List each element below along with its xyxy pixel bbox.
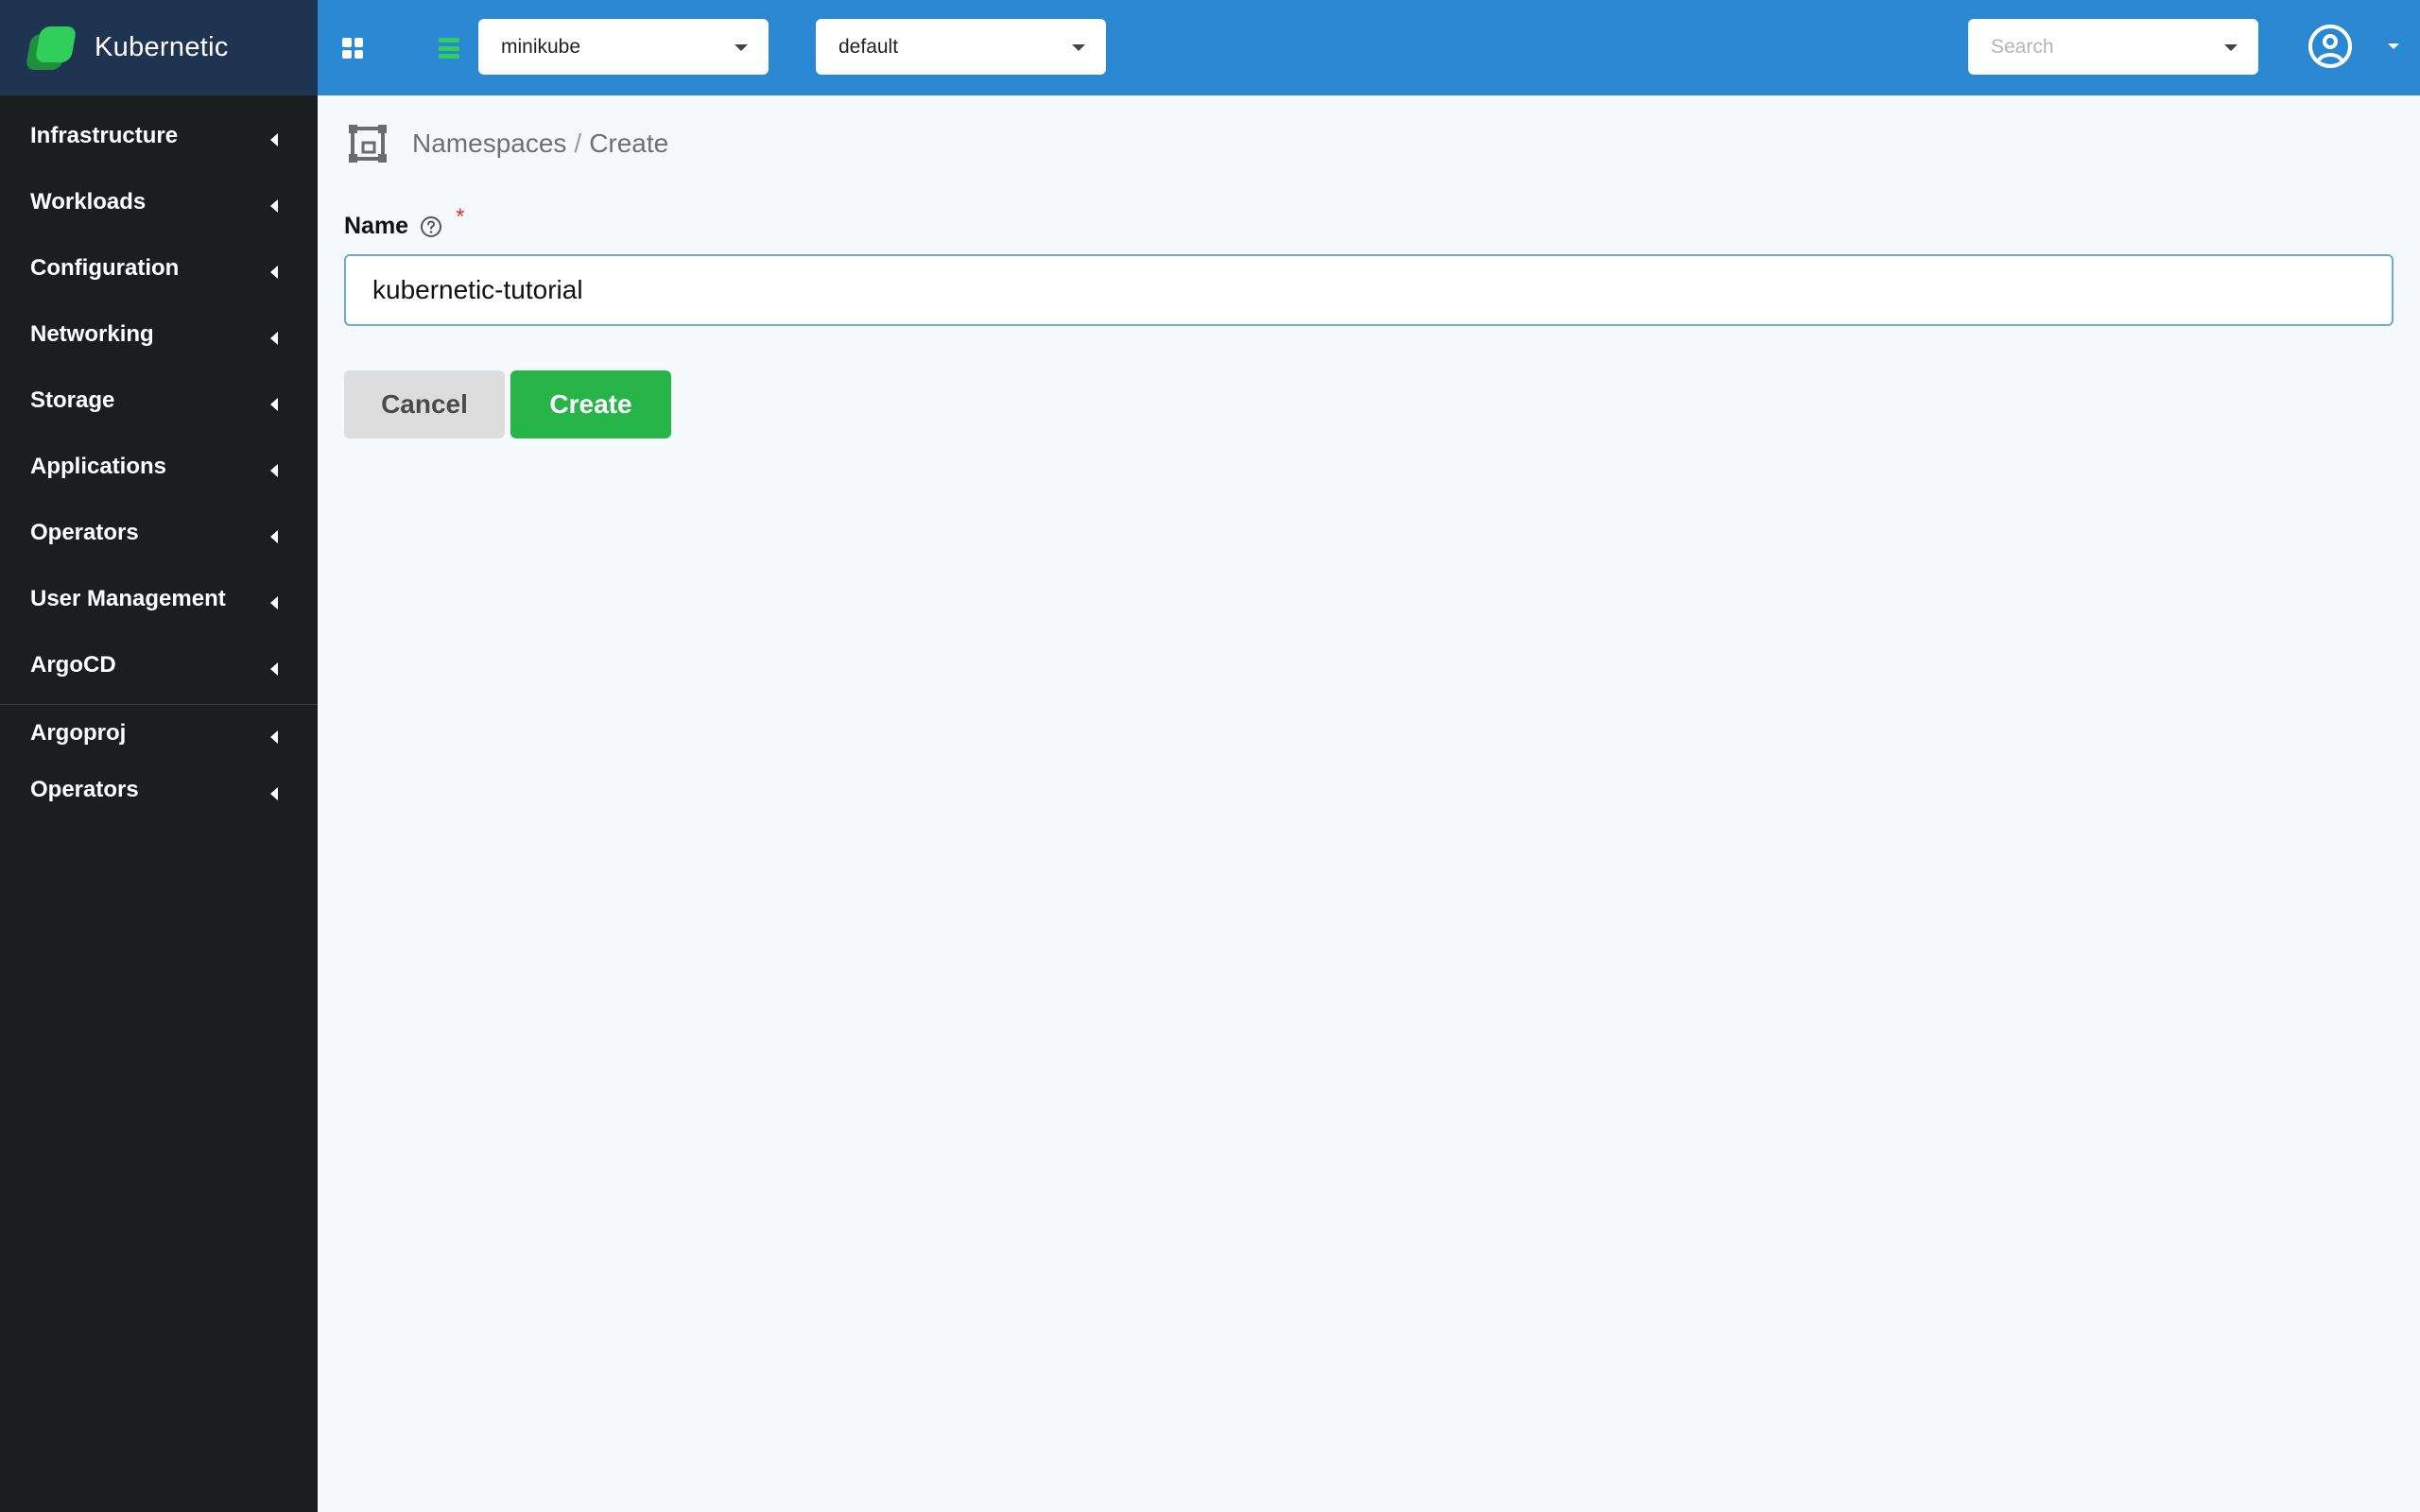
caret-left-icon	[270, 787, 278, 800]
caret-left-icon	[270, 662, 278, 676]
sidebar-item-label: Operators	[30, 520, 139, 545]
chevron-down-icon	[735, 44, 748, 51]
namespace-select[interactable]: default	[816, 19, 1106, 75]
brand[interactable]: Kubernetic	[0, 0, 318, 95]
breadcrumb-current: Create	[589, 129, 669, 158]
required-asterisk: *	[456, 203, 465, 230]
caret-left-icon	[270, 398, 278, 411]
chevron-down-icon	[2224, 44, 2238, 51]
sidebar-item-argoproj[interactable]: Argoproj	[0, 705, 318, 762]
sidebar-item-custom-operators[interactable]: Operators	[0, 762, 318, 818]
namespace-icon	[349, 125, 387, 163]
sidebar-item-storage[interactable]: Storage	[0, 368, 318, 434]
breadcrumb-namespaces[interactable]: Namespaces	[412, 129, 566, 159]
search-placeholder: Search	[1991, 35, 2054, 58]
cancel-button[interactable]: Cancel	[344, 370, 505, 438]
caret-left-icon	[270, 730, 278, 744]
sidebar-item-label: Applications	[30, 454, 167, 479]
sidebar-item-label: Networking	[30, 321, 154, 347]
dashboard-grid-icon[interactable]	[342, 38, 363, 59]
caret-left-icon	[270, 332, 278, 345]
topbar: minikube default Search	[318, 0, 2420, 95]
sidebar-item-label: Workloads	[30, 189, 147, 215]
caret-left-icon	[270, 266, 278, 279]
sidebar-item-infrastructure[interactable]: Infrastructure	[0, 103, 318, 169]
user-menu-caret-icon[interactable]	[2388, 43, 2399, 49]
search-select[interactable]: Search	[1968, 19, 2258, 75]
chevron-down-icon	[1072, 44, 1085, 51]
caret-left-icon	[270, 464, 278, 477]
sidebar-item-workloads[interactable]: Workloads	[0, 169, 318, 235]
sidebar-item-applications[interactable]: Applications	[0, 434, 318, 500]
sidebar-item-label: User Management	[30, 586, 226, 611]
name-label-text: Name	[344, 213, 409, 239]
breadcrumb: Namespaces / Create	[348, 124, 668, 163]
sidebar-item-networking[interactable]: Networking	[0, 301, 318, 368]
sidebar-item-label: Argoproj	[30, 720, 127, 746]
caret-left-icon	[270, 199, 278, 213]
sidebar-item-operators[interactable]: Operators	[0, 500, 318, 566]
sidebar-item-label: Storage	[30, 387, 115, 413]
kubernetic-logo-icon	[25, 25, 78, 72]
user-avatar-icon[interactable]	[2308, 25, 2352, 68]
sidebar-item-label: Configuration	[30, 255, 180, 281]
sidebar-nav: Infrastructure Workloads Configuration N…	[0, 95, 318, 698]
sidebar-item-argocd[interactable]: ArgoCD	[0, 632, 318, 698]
cluster-select-value: minikube	[501, 35, 581, 58]
sidebar-item-label: ArgoCD	[30, 652, 116, 678]
caret-left-icon	[270, 530, 278, 543]
brand-name: Kubernetic	[95, 32, 229, 62]
sidebar-item-label: Infrastructure	[30, 123, 179, 148]
help-icon[interactable]	[420, 215, 442, 238]
sidebar-custom-nav: Argoproj Operators	[0, 705, 318, 818]
create-button[interactable]: Create	[510, 370, 671, 438]
sidebar-item-label: Operators	[30, 777, 139, 802]
cluster-select[interactable]: minikube	[478, 19, 769, 75]
namespace-select-value: default	[838, 35, 899, 58]
breadcrumb-separator: /	[574, 129, 582, 158]
name-input[interactable]	[344, 254, 2394, 326]
list-view-icon[interactable]	[439, 38, 459, 59]
name-field-label: Name *	[344, 204, 464, 240]
main-content: Namespaces / Create Name * Cancel Create	[318, 95, 2420, 1512]
caret-left-icon	[270, 133, 278, 146]
sidebar-item-user-management[interactable]: User Management	[0, 566, 318, 632]
sidebar: Kubernetic Infrastructure Workloads Conf…	[0, 0, 318, 1512]
sidebar-item-configuration[interactable]: Configuration	[0, 235, 318, 301]
caret-left-icon	[270, 596, 278, 610]
